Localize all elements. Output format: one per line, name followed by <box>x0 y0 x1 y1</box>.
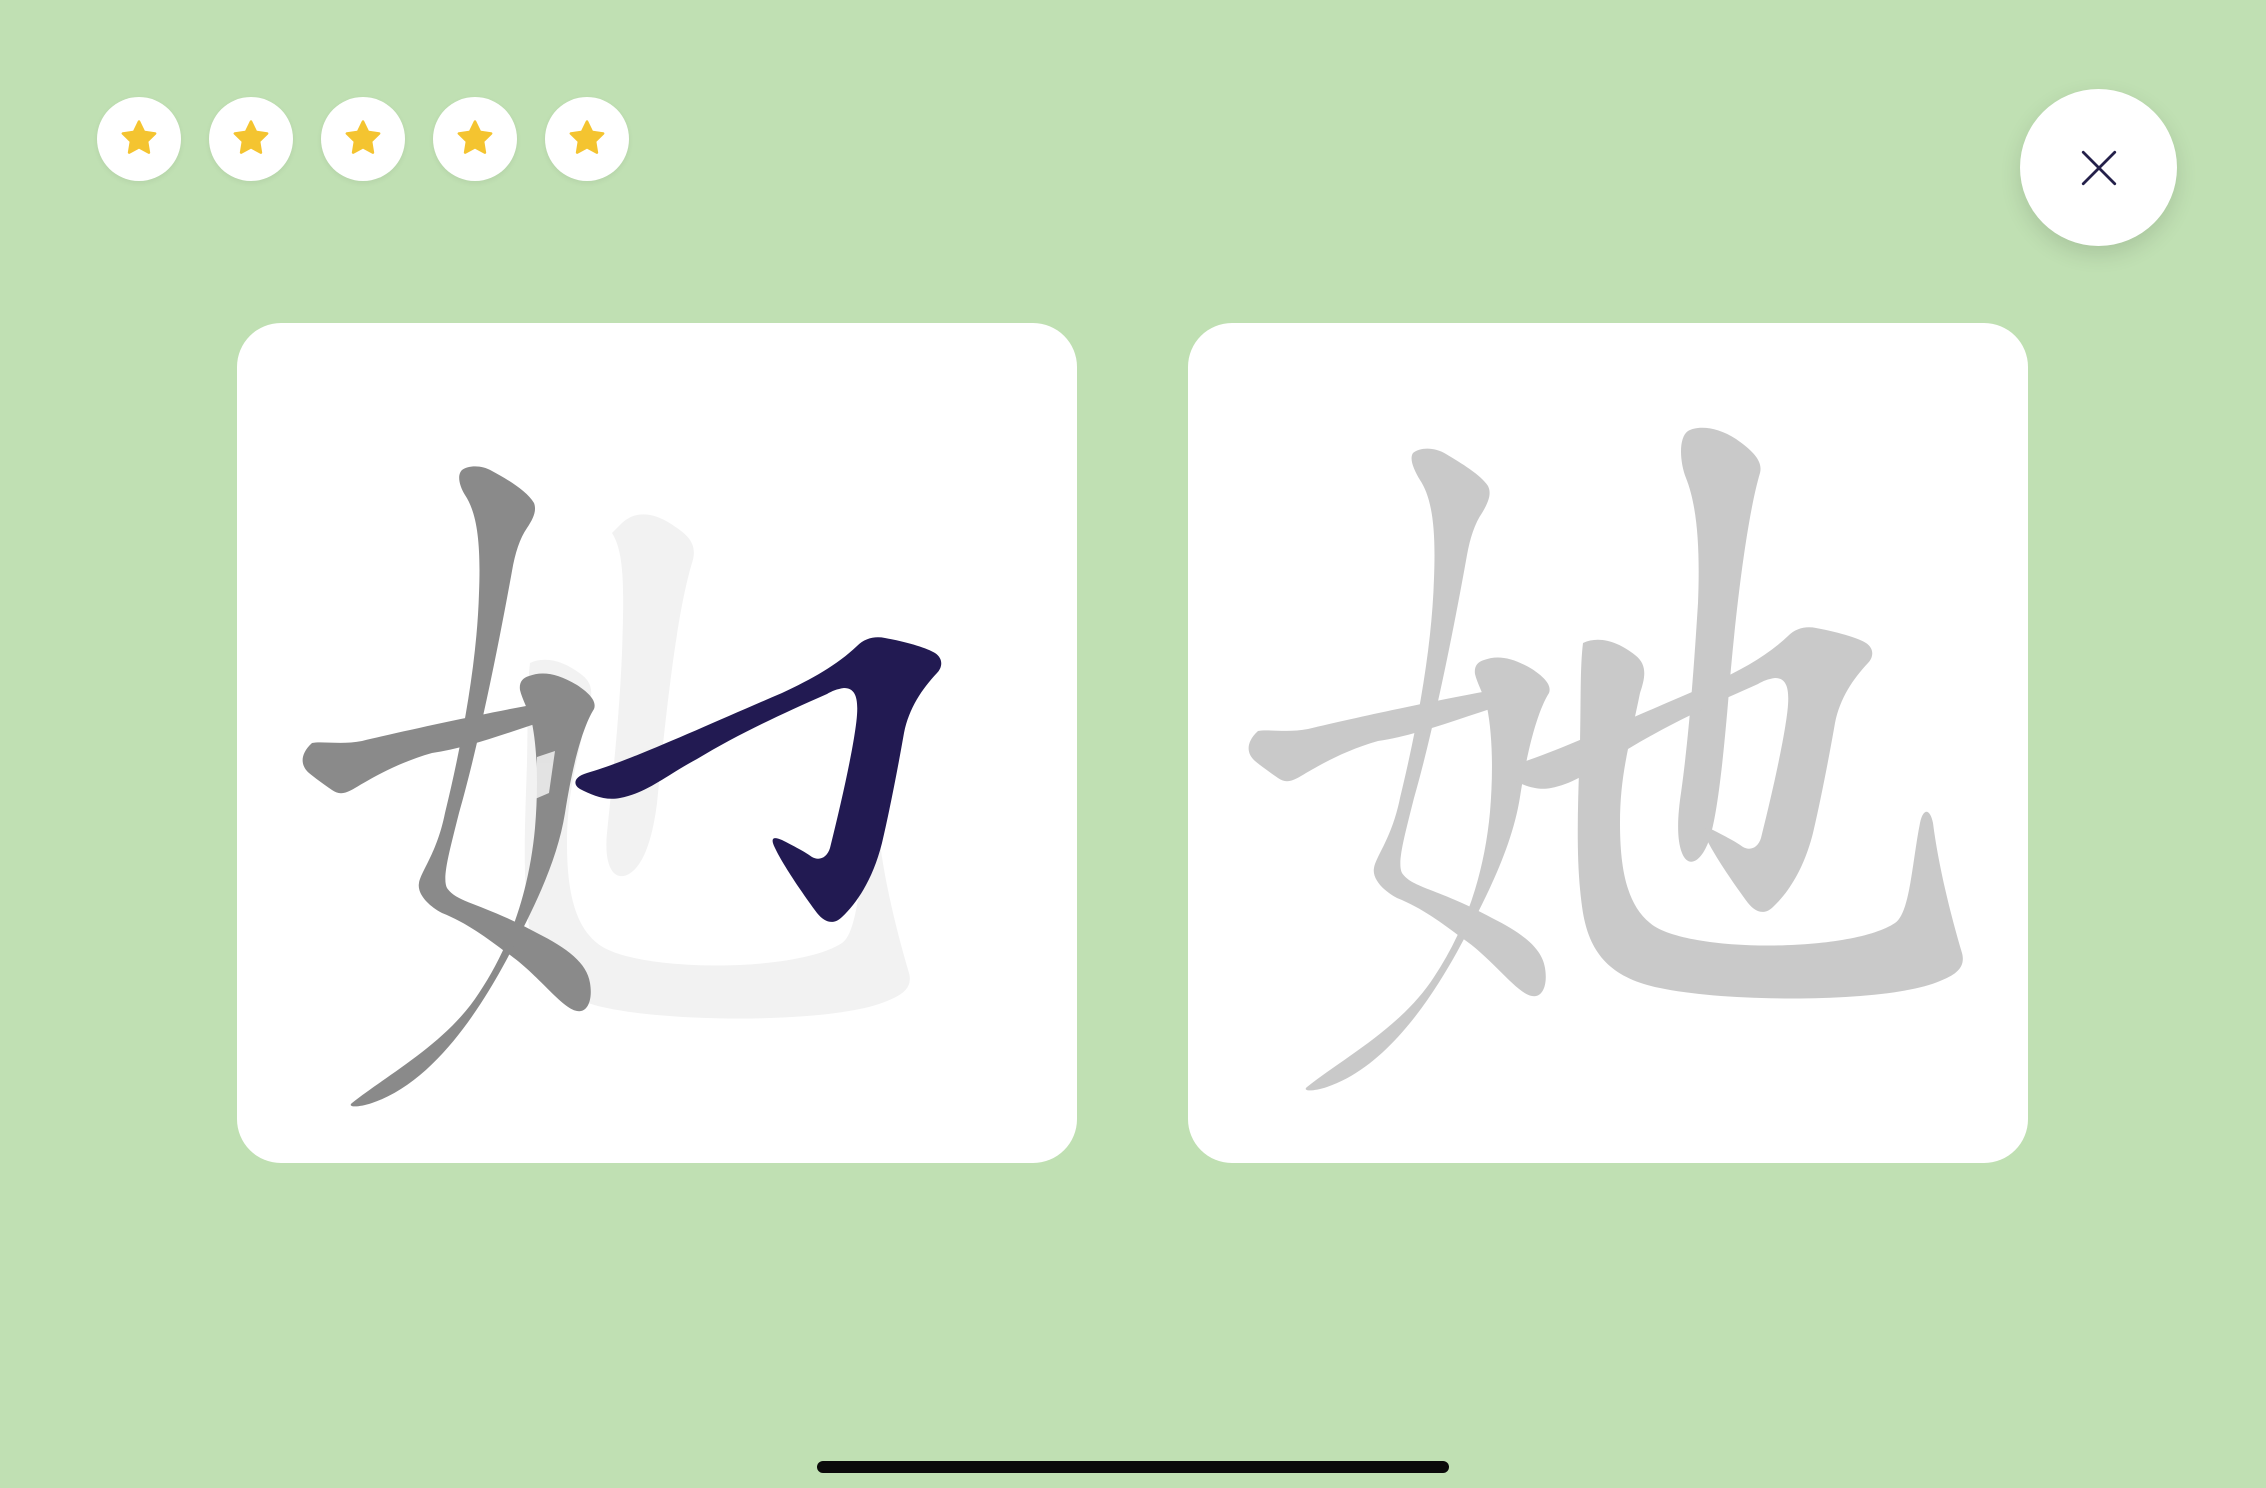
progress-stars <box>97 97 629 181</box>
star-icon <box>569 120 605 154</box>
reference-character <box>1248 427 1963 1091</box>
star-icon <box>121 120 157 154</box>
star-slot <box>545 97 629 181</box>
close-icon <box>2081 150 2116 185</box>
star-slot <box>321 97 405 181</box>
writing-practice-screen <box>0 0 2266 1488</box>
close-button[interactable] <box>2020 89 2177 246</box>
star-slot <box>97 97 181 181</box>
writing-canvas-card[interactable] <box>237 323 1077 1163</box>
star-icon <box>457 120 493 154</box>
writing-canvas[interactable] <box>237 323 1077 1163</box>
reference-glyph <box>1248 427 1963 1091</box>
completed-strokes <box>302 466 595 1107</box>
home-indicator[interactable] <box>817 1461 1449 1473</box>
star-slot <box>433 97 517 181</box>
star-icon <box>345 120 381 154</box>
star-icon <box>233 120 269 154</box>
star-slot <box>209 97 293 181</box>
reference-character-card <box>1188 323 2028 1163</box>
